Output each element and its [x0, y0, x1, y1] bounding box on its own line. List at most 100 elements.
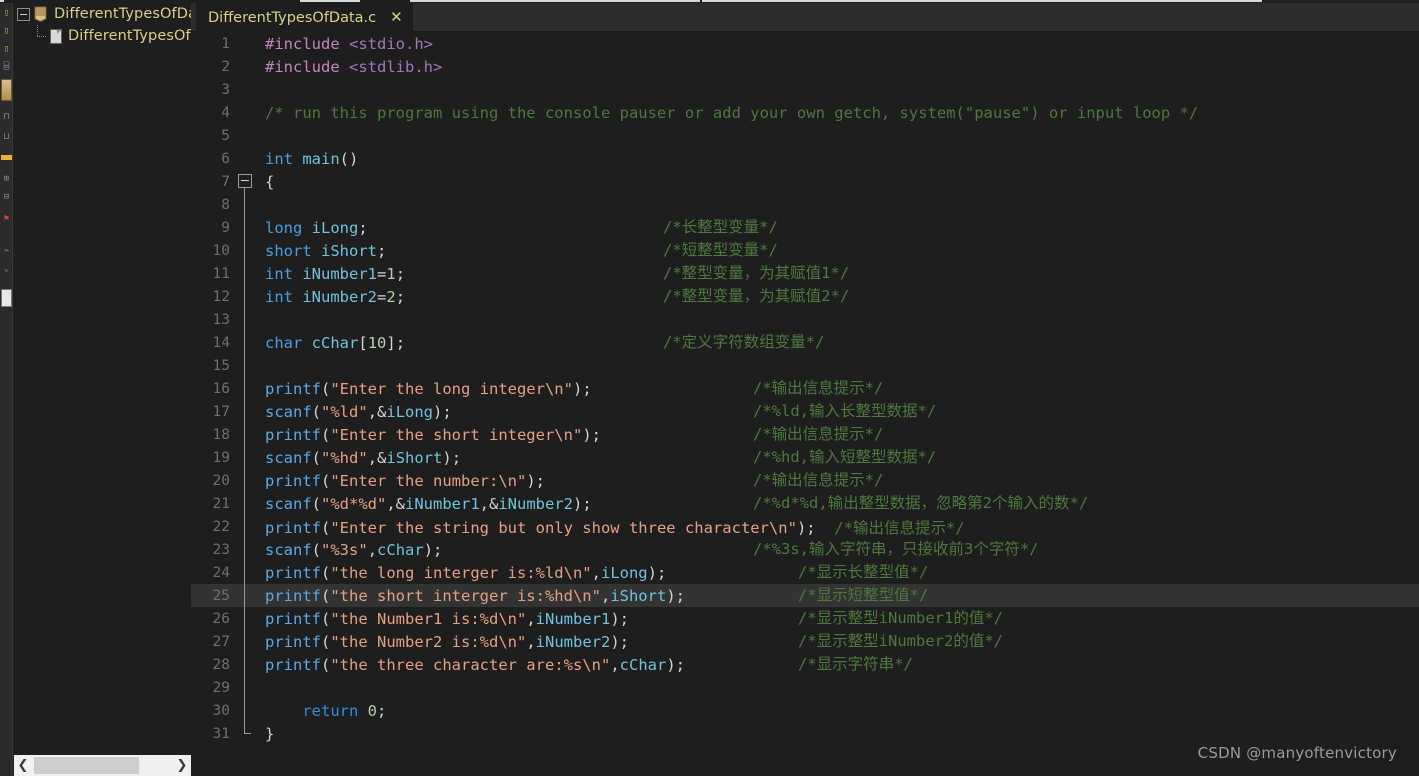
line-number: 13	[212, 311, 230, 328]
toolbar-icon-1[interactable]: ▯	[0, 5, 12, 21]
fold-column[interactable]	[238, 400, 252, 423]
fold-column[interactable]	[238, 676, 252, 699]
vertical-icon-rail[interactable]: ▯ ▯ ▯ ⌸ ⊓ ⊔ ⊞ ⊟ ⚑ ⌁ ⌄	[0, 3, 13, 776]
toolbar-icon-9[interactable]: ⌁	[0, 243, 12, 259]
fold-column[interactable]	[238, 147, 252, 170]
code-line[interactable]: 9 long iLong;	[191, 216, 1419, 239]
tree-row-project[interactable]: DifferentTypesOfDa	[14, 3, 191, 25]
code-text[interactable]: return 0;	[252, 702, 1419, 720]
fold-column[interactable]	[238, 285, 252, 308]
fold-column[interactable]	[238, 216, 252, 239]
fold-column[interactable]	[238, 170, 252, 193]
code-token: ];	[386, 333, 406, 352]
toolbar-icon-7[interactable]: ⊞	[0, 171, 12, 187]
code-text[interactable]: int main()	[252, 150, 1419, 168]
code-text[interactable]: #include <stdlib.h>	[252, 58, 1419, 76]
code-token: (	[321, 632, 331, 651]
code-token: (	[321, 518, 331, 537]
fold-column[interactable]	[238, 653, 252, 676]
fold-column[interactable]	[238, 331, 252, 354]
toolbar-icon-10[interactable]: ⌄	[0, 261, 12, 277]
code-line[interactable]: 4 /* run this program using the console p…	[191, 101, 1419, 124]
code-line[interactable]: 7{	[191, 170, 1419, 193]
fold-column[interactable]	[238, 262, 252, 285]
code-line[interactable]: 6 int main()	[191, 147, 1419, 170]
fold-column[interactable]	[238, 469, 252, 492]
fold-column[interactable]	[238, 630, 252, 653]
fold-guide-line	[244, 331, 245, 354]
code-text[interactable]: long iLong;	[252, 219, 1419, 237]
code-line[interactable]: 1 #include <stdio.h>	[191, 32, 1419, 55]
line-number: 4	[221, 104, 230, 121]
yellow-bar-icon[interactable]	[1, 155, 12, 160]
fold-column[interactable]	[238, 124, 252, 147]
code-editor[interactable]: 1 #include <stdio.h> 2 #include <stdlib.h> 3…	[191, 32, 1419, 776]
fold-column[interactable]	[238, 423, 252, 446]
code-text[interactable]: short iShort;	[252, 242, 1419, 260]
fold-column[interactable]	[238, 377, 252, 400]
code-line[interactable]: 30 return 0;	[191, 699, 1419, 722]
code-line[interactable]: 2 #include <stdlib.h>	[191, 55, 1419, 78]
toolbar-icon-5[interactable]: ⊓	[0, 109, 12, 125]
fold-column[interactable]	[238, 515, 252, 538]
fold-column[interactable]	[238, 538, 252, 561]
close-icon[interactable]: ✕	[390, 10, 403, 25]
white-box-icon[interactable]	[1, 289, 12, 307]
code-token: "%ld"	[321, 402, 368, 421]
code-line[interactable]: 10 short iShort;	[191, 239, 1419, 262]
code-token: iNumber2	[302, 287, 377, 306]
fold-column[interactable]	[238, 101, 252, 124]
fold-column[interactable]	[238, 584, 252, 607]
fold-column[interactable]	[238, 607, 252, 630]
fold-column[interactable]	[238, 354, 252, 377]
scrollbar-thumb[interactable]	[34, 757, 139, 774]
code-text[interactable]: printf("Enter the string but only show t…	[252, 516, 1419, 538]
code-text[interactable]: }	[252, 725, 1419, 743]
fold-column[interactable]	[238, 78, 252, 101]
scroll-right-arrow-icon[interactable]: ❯	[173, 755, 191, 776]
editor-tabbar[interactable]: DifferentTypesOfData.c ✕	[191, 3, 1419, 32]
fold-collapse-icon[interactable]	[238, 174, 252, 188]
trailing-comment: /*%hd,输入短整型数据*/	[753, 448, 937, 466]
fold-column[interactable]	[238, 239, 252, 262]
fold-column[interactable]	[238, 561, 252, 584]
fold-column[interactable]	[238, 699, 252, 722]
code-line[interactable]: 22 printf("Enter the string but only show…	[191, 515, 1419, 538]
fold-column[interactable]	[238, 32, 252, 55]
fold-column[interactable]	[238, 722, 252, 745]
toolbar-icon-6[interactable]: ⊔	[0, 129, 12, 145]
book-icon[interactable]	[1, 79, 12, 101]
code-line[interactable]: 31}	[191, 722, 1419, 745]
project-tree-panel[interactable]: DifferentTypesOfDa DifferentTypesOf	[14, 3, 191, 751]
tree-horizontal-scrollbar[interactable]: ❮ ❯	[14, 755, 191, 776]
red-flag-icon[interactable]: ⚑	[0, 211, 12, 227]
collapse-expander-icon[interactable]	[17, 7, 30, 21]
code-line[interactable]: 15	[191, 354, 1419, 377]
code-token: (	[321, 425, 331, 444]
code-text[interactable]: #include <stdio.h>	[252, 35, 1419, 53]
toolbar-icon-8[interactable]: ⊟	[0, 189, 12, 205]
code-token: "the three character are:%s\n"	[330, 655, 611, 674]
code-text[interactable]: {	[252, 173, 1419, 191]
code-line[interactable]: 29	[191, 676, 1419, 699]
code-text[interactable]: char cChar[10];	[252, 334, 1419, 352]
scrollbar-track[interactable]	[139, 755, 173, 776]
fold-column[interactable]	[238, 446, 252, 469]
code-line[interactable]: 13	[191, 308, 1419, 331]
fold-column[interactable]	[238, 492, 252, 515]
fold-column[interactable]	[238, 193, 252, 216]
code-line[interactable]: 3	[191, 78, 1419, 101]
code-line[interactable]: 5	[191, 124, 1419, 147]
line-number: 3	[221, 81, 230, 98]
fold-guide-line	[244, 239, 245, 262]
fold-column[interactable]	[238, 308, 252, 331]
toolbar-icon-3[interactable]: ▯	[0, 41, 12, 57]
scroll-left-arrow-icon[interactable]: ❮	[14, 755, 32, 776]
code-text[interactable]: /* run this program using the console pa…	[252, 104, 1419, 122]
toolbar-icon-2[interactable]: ▯	[0, 23, 12, 39]
tab-differenttypesofdata-c[interactable]: DifferentTypesOfData.c ✕	[196, 3, 413, 32]
toolbar-icon-4[interactable]: ⌸	[0, 59, 12, 75]
code-line[interactable]: 8	[191, 193, 1419, 216]
fold-column[interactable]	[238, 55, 252, 78]
tree-row-file[interactable]: DifferentTypesOf	[14, 25, 191, 47]
